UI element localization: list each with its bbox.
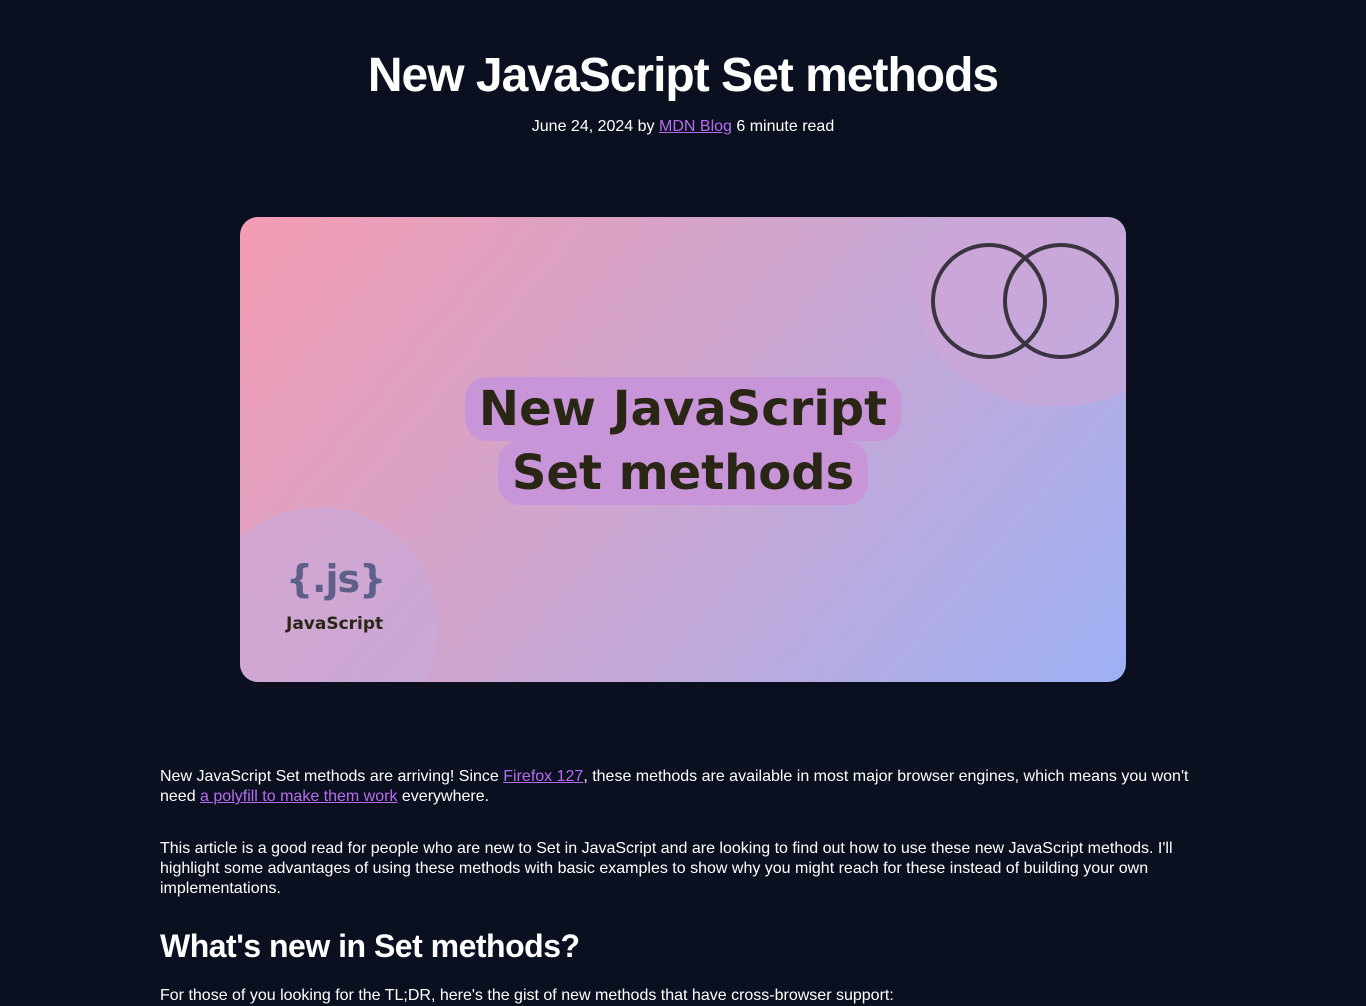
article-paragraph: For those of you looking for the TL;DR, … xyxy=(160,987,894,1004)
author-link[interactable]: MDN Blog xyxy=(659,118,732,135)
text-segment: everywhere. xyxy=(397,788,490,805)
hero-title-line: New JavaScript xyxy=(464,377,902,441)
blog-post-page: New JavaScript Set methods June 24, 2024… xyxy=(0,0,1366,1006)
venn-diagram-icon xyxy=(931,243,1119,359)
article-paragraph: This article is a good read for people w… xyxy=(160,840,1173,897)
post-meta: June 24, 2024 by MDN Blog 6 minute read xyxy=(0,118,1366,136)
js-logo-icon: {.js} xyxy=(286,557,386,601)
hero-title: New JavaScript Set methods xyxy=(240,377,1126,505)
intro-paragraph: New JavaScript Set methods are arriving!… xyxy=(160,767,1206,807)
post-date: June 24, 2024 xyxy=(531,118,634,135)
by-label: by xyxy=(637,118,655,135)
text-segment: New JavaScript Set methods are arriving!… xyxy=(160,768,504,785)
page-title: New JavaScript Set methods xyxy=(367,49,999,102)
polyfill-link[interactable]: a polyfill to make them work xyxy=(200,788,397,805)
hero-title-line: Set methods xyxy=(497,441,869,505)
read-time: 6 minute read xyxy=(736,118,835,135)
firefox-link[interactable]: Firefox 127 xyxy=(503,768,583,785)
js-logo-label: JavaScript xyxy=(286,614,384,634)
hero-image: New JavaScript Set methods {.js} JavaScr… xyxy=(240,217,1126,682)
section-heading: What's new in Set methods? xyxy=(160,928,580,964)
